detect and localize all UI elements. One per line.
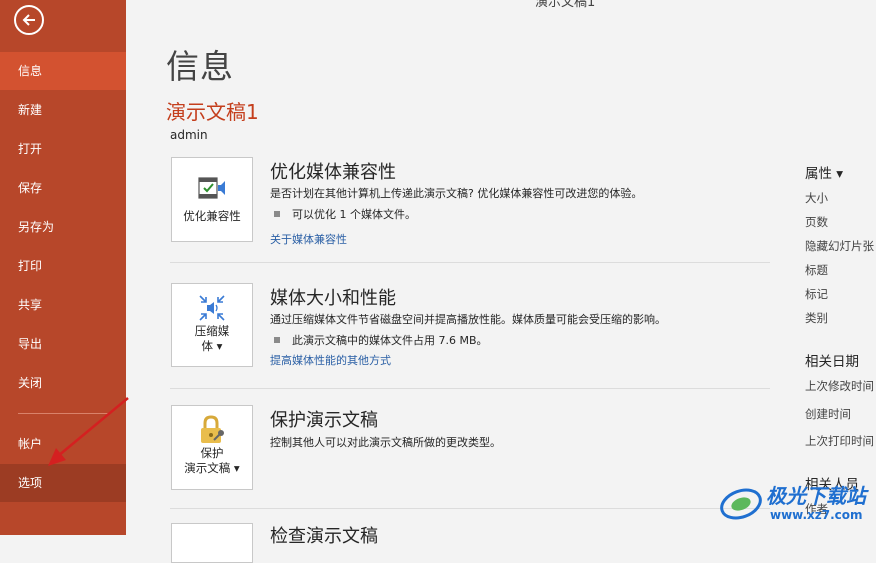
inspect-presentation-button[interactable] [171, 523, 253, 563]
annotation-arrow-icon [48, 397, 129, 466]
section-divider [170, 262, 770, 263]
protect-label-2: 演示文稿 ▾ [184, 461, 240, 475]
property-title: 标题 [805, 263, 828, 277]
compress-media-label-2: 体 ▾ [201, 339, 223, 353]
property-size: 大小 [805, 191, 828, 205]
date-created: 创建时间 [805, 407, 851, 421]
backstage-sidebar: 信息 新建 打开 保存 另存为 打印 共享 导出 关闭 帐户 选项 [0, 0, 126, 535]
property-hidden-slides: 隐藏幻灯片张 [805, 239, 874, 253]
document-name: 演示文稿1 [166, 100, 259, 124]
section-desc-protect: 控制其他人可以对此演示文稿所做的更改类型。 [270, 436, 501, 449]
protect-label-1: 保护 [200, 446, 224, 460]
optimize-compatibility-button[interactable]: 优化兼容性 [171, 157, 253, 242]
nav-item-print[interactable]: 打印 [0, 247, 126, 285]
back-button[interactable] [14, 5, 44, 35]
section-title-compatibility: 优化媒体兼容性 [270, 162, 396, 183]
protect-presentation-button[interactable]: 保护 演示文稿 ▾ [171, 405, 253, 490]
related-dates-heading: 相关日期 [805, 354, 859, 370]
lock-icon [201, 415, 224, 443]
optimize-compatibility-label: 优化兼容性 [183, 209, 241, 223]
watermark-text: 极光下载站 [766, 484, 866, 508]
link-about-media-compatibility[interactable]: 关于媒体兼容性 [270, 231, 347, 247]
nav-item-save-as[interactable]: 另存为 [0, 208, 126, 246]
nav-item-save[interactable]: 保存 [0, 169, 126, 207]
property-category: 类别 [805, 311, 828, 325]
section-desc-media-size: 通过压缩媒体文件节省磁盘空间并提高播放性能。媒体质量可能会受压缩的影响。 [270, 313, 666, 326]
watermark-url: www.xz7.com [770, 508, 863, 522]
section-bullet-compatibility: 可以优化 1 个媒体文件。 [274, 206, 416, 222]
media-compatibility-icon [198, 177, 225, 199]
page-title: 信息 [166, 47, 234, 86]
document-owner: admin [170, 128, 208, 142]
watermark: 极光下载站 www.xz7.com [718, 480, 868, 530]
section-divider [170, 508, 770, 509]
section-bullet-media-size: 此演示文稿中的媒体文件占用 7.6 MB。 [274, 332, 488, 348]
properties-panel: 属性 ▾ 大小 页数 隐藏幻灯片张 标题 标记 类别 相关日期 上次修改时间 创… [800, 150, 876, 535]
link-improve-media-performance[interactable]: 提高媒体性能的其他方式 [270, 352, 391, 368]
nav-item-options[interactable]: 选项 [0, 464, 126, 502]
section-desc-compatibility: 是否计划在其他计算机上传递此演示文稿? 优化媒体兼容性可改进您的体验。 [270, 187, 643, 200]
properties-heading[interactable]: 属性 ▾ [805, 162, 843, 182]
window-title: 演示文稿1 [535, 0, 596, 10]
section-title-protect: 保护演示文稿 [270, 410, 378, 431]
section-divider [170, 388, 770, 389]
compress-media-button[interactable]: 压缩媒 体 ▾ [171, 283, 253, 367]
nav-item-new[interactable]: 新建 [0, 91, 126, 129]
nav-item-share[interactable]: 共享 [0, 286, 126, 324]
section-title-media-size: 媒体大小和性能 [270, 288, 396, 309]
compress-media-label-1: 压缩媒 [194, 324, 230, 338]
sidebar-divider [18, 413, 110, 414]
nav-item-export[interactable]: 导出 [0, 325, 126, 363]
nav-item-info[interactable]: 信息 [0, 52, 126, 90]
section-title-inspect: 检查演示文稿 [270, 526, 378, 547]
property-tags: 标记 [805, 287, 828, 301]
nav-item-close[interactable]: 关闭 [0, 364, 126, 402]
back-arrow-icon [22, 14, 35, 26]
date-last-modified: 上次修改时间 [805, 379, 874, 393]
nav-item-open[interactable]: 打开 [0, 130, 126, 168]
watermark-logo-icon [720, 488, 762, 520]
compress-media-icon [199, 295, 225, 321]
nav-item-account[interactable]: 帐户 [0, 425, 126, 463]
property-pages: 页数 [805, 215, 828, 229]
date-last-printed: 上次打印时间 [805, 434, 874, 448]
